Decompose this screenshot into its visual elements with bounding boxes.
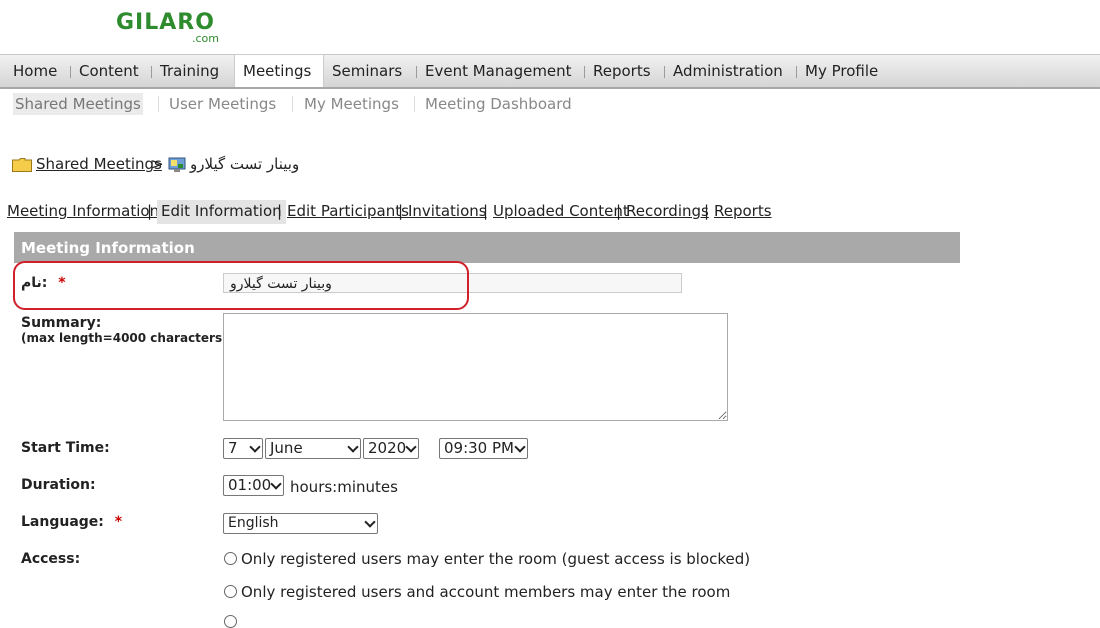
nav-meetings[interactable]: Meetings: [234, 54, 324, 87]
tab-uploaded-content[interactable]: Uploaded Content: [493, 200, 629, 224]
section-header: Meeting Information: [14, 232, 960, 263]
name-label-row: نام: *: [21, 275, 66, 291]
start-month-value: June: [270, 439, 303, 457]
nav-training[interactable]: Training: [160, 55, 219, 87]
tab-invitations[interactable]: Invitations: [408, 200, 487, 224]
tab-reports[interactable]: Reports: [714, 200, 772, 224]
nav-reports[interactable]: Reports: [593, 55, 651, 87]
subnav-divider: [292, 96, 293, 112]
duration-value: 01:00: [228, 476, 272, 494]
meeting-icon: [168, 157, 186, 172]
subnav-my-meetings[interactable]: My Meetings: [304, 93, 399, 115]
nav-seminars[interactable]: Seminars: [332, 55, 402, 87]
nav-event-management[interactable]: Event Management: [425, 55, 572, 87]
start-month-select[interactable]: June: [265, 438, 361, 459]
tab-divider: |: [398, 202, 404, 220]
nav-divider: [664, 66, 665, 78]
logo: GILARO .com: [116, 10, 219, 45]
subnav-shared-meetings[interactable]: Shared Meetings: [13, 93, 143, 115]
nav-home[interactable]: Home: [13, 55, 57, 87]
nav-divider: [416, 66, 417, 78]
tab-divider: |: [704, 202, 710, 220]
nav-divider: [70, 66, 71, 78]
start-time-select[interactable]: 09:30 PM: [439, 438, 528, 459]
tab-divider: |: [277, 202, 283, 220]
access-radio-registered-and-members[interactable]: [224, 585, 237, 598]
language-label: Language:: [21, 514, 104, 530]
nav-divider: [151, 66, 152, 78]
name-label: نام:: [21, 275, 48, 291]
start-day-select[interactable]: 7: [223, 438, 263, 459]
breadcrumb-current: وبینار تست گیلارو: [190, 155, 300, 173]
start-year-value: 2020: [368, 439, 407, 457]
tab-recordings[interactable]: Recordings: [626, 200, 709, 224]
logo-suffix: .com: [192, 32, 219, 45]
folder-icon: [12, 158, 32, 172]
name-input[interactable]: وبینار تست گیلارو: [223, 273, 682, 293]
summary-textarea[interactable]: [223, 313, 728, 421]
access-option-1: Only registered users may enter the room…: [241, 550, 751, 568]
access-radio-third[interactable]: [224, 615, 237, 628]
access-option-2: Only registered users and account member…: [241, 583, 731, 601]
nav-administration[interactable]: Administration: [673, 55, 783, 87]
duration-select[interactable]: 01:00: [223, 475, 284, 496]
duration-label: Duration:: [21, 477, 96, 493]
subnav-divider: [414, 96, 415, 112]
subnav-meeting-dashboard[interactable]: Meeting Dashboard: [425, 93, 572, 115]
required-mark: *: [58, 275, 66, 291]
required-mark: *: [114, 514, 123, 530]
start-time-value: 09:30 PM: [444, 439, 514, 457]
section-title: Meeting Information: [21, 239, 195, 257]
start-day-value: 7: [228, 439, 238, 457]
duration-unit: hours:minutes: [290, 478, 398, 496]
subnav-user-meetings[interactable]: User Meetings: [169, 93, 276, 115]
tab-divider: |: [147, 202, 153, 220]
language-select[interactable]: English: [223, 513, 378, 534]
tab-divider: |: [616, 202, 622, 220]
breadcrumb-separator: >: [151, 155, 164, 173]
main-nav: Home Content Training Meetings Seminars …: [0, 54, 1100, 89]
language-value: English: [228, 515, 279, 531]
nav-divider: [796, 66, 797, 78]
summary-label: Summary:: [21, 315, 102, 331]
start-year-select[interactable]: 2020: [363, 438, 419, 459]
nav-my-profile[interactable]: My Profile: [805, 55, 878, 87]
start-time-label: Start Time:: [21, 440, 110, 456]
access-label: Access:: [21, 551, 81, 567]
breadcrumb-shared-meetings-link[interactable]: Shared Meetings: [36, 155, 162, 173]
tab-edit-information[interactable]: Edit Information: [157, 200, 286, 224]
nav-divider: [584, 66, 585, 78]
subnav-divider: [158, 96, 159, 112]
tab-edit-participants[interactable]: Edit Participants: [287, 200, 409, 224]
tab-divider: |: [483, 202, 489, 220]
summary-note: (max length=4000 characters): [21, 331, 228, 345]
language-label-row: Language: *: [21, 514, 122, 530]
tab-meeting-information[interactable]: Meeting Information: [7, 200, 159, 224]
access-radio-registered-only[interactable]: [224, 552, 237, 565]
nav-content[interactable]: Content: [79, 55, 139, 87]
